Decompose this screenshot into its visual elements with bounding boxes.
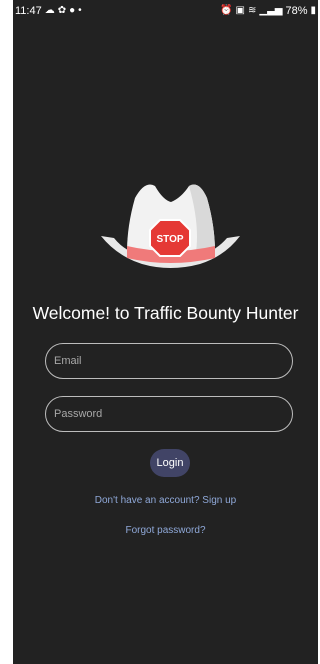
- password-field[interactable]: [45, 396, 293, 432]
- app-logo: STOP: [97, 178, 244, 274]
- signup-link[interactable]: Don't have an account? Sign up: [13, 495, 318, 506]
- forgot-password-link[interactable]: Forgot password?: [13, 525, 318, 536]
- cloud-icon: ☁: [44, 5, 55, 16]
- app-notification-icon: ✿: [57, 5, 67, 16]
- status-left: 11:47 ☁ ✿ ● •: [15, 0, 82, 22]
- alarm-icon: ⏰: [220, 5, 233, 16]
- cowboy-hat-icon: STOP: [101, 184, 240, 268]
- wifi-icon: ≋: [247, 5, 257, 16]
- status-time: 11:47: [15, 5, 42, 17]
- status-right: ⏰ ▣ ≋ ▁▃▅ 78% ▮: [220, 0, 316, 22]
- more-dot-icon: •: [78, 5, 82, 16]
- battery-percent: 78%: [285, 5, 308, 17]
- status-bar: 11:47 ☁ ✿ ● • ⏰ ▣ ≋ ▁▃▅ 78% ▮: [13, 0, 318, 22]
- app-screen: 11:47 ☁ ✿ ● • ⏰ ▣ ≋ ▁▃▅ 78% ▮ STOP Welco…: [13, 0, 318, 664]
- battery-icon: ▮: [310, 5, 316, 16]
- email-field[interactable]: [45, 343, 293, 379]
- signal-icon: ▁▃▅: [259, 5, 283, 16]
- welcome-title: Welcome! to Traffic Bounty Hunter: [32, 303, 299, 323]
- nfc-icon: ▣: [235, 5, 245, 16]
- login-button[interactable]: Login: [150, 449, 190, 477]
- stop-sign-text: STOP: [156, 234, 183, 245]
- message-icon: ●: [69, 5, 76, 16]
